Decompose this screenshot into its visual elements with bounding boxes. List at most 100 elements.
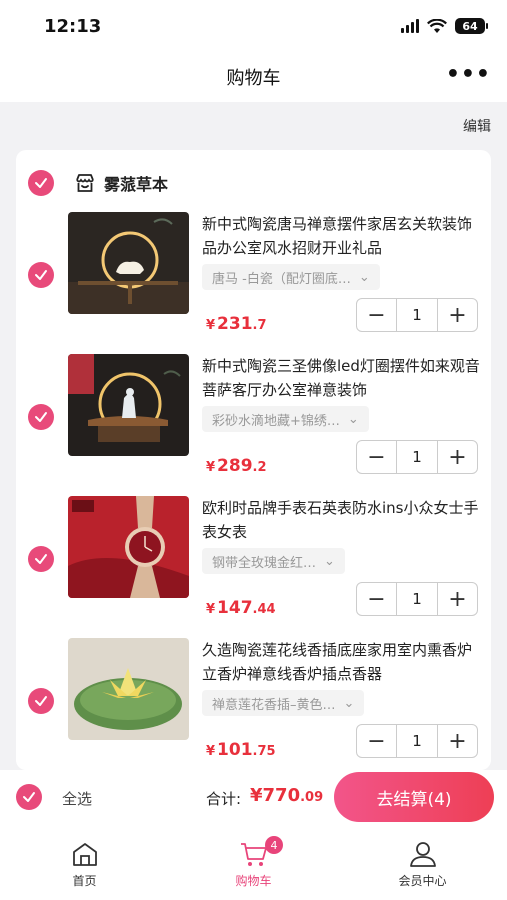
cart-item: 久造陶瓷莲花线香插底座家用室内熏香炉立香炉禅意线香炉插点香器 禅意莲花香插–黄色… — [16, 638, 491, 770]
increase-button[interactable]: + — [438, 441, 477, 473]
total-dec: .09 — [300, 790, 324, 805]
status-icons: 64 — [401, 18, 488, 34]
chevron-down-icon: ⌄ — [347, 411, 359, 427]
quantity-stepper: − 1 + — [356, 724, 478, 758]
checkout-button[interactable]: 去结算(4) — [334, 772, 494, 822]
item-spec: 禅意莲花香插–黄色… — [212, 697, 336, 713]
decrease-button[interactable]: − — [357, 725, 396, 757]
quantity-stepper: − 1 + — [356, 582, 478, 616]
checkout-bar: 全选 合计: ¥770.09 去结算(4) — [0, 770, 507, 826]
check-icon — [35, 696, 47, 706]
item-spec-selector[interactable]: 禅意莲花香插–黄色… ⌄ — [202, 690, 365, 716]
quantity-stepper: − 1 + — [356, 440, 478, 474]
item-spec: 唐马 -白瓷（配灯圈底… — [212, 271, 351, 287]
cart-item: 欧利时品牌手表石英表防水ins小众女士手表女表 钢带全玫瑰金红… ⌄ ¥147.… — [16, 496, 491, 638]
edit-button[interactable]: 编辑 — [463, 116, 491, 136]
tab-home[interactable]: 首页 — [0, 826, 169, 900]
cart-badge: 4 — [265, 836, 283, 854]
item-price: ¥231.7 — [206, 314, 267, 334]
item-title[interactable]: 欧利时品牌手表石英表防水ins小众女士手表女表 — [202, 496, 482, 544]
tab-label: 购物车 — [235, 874, 272, 888]
check-icon — [35, 554, 47, 564]
tab-member[interactable]: 会员中心 — [338, 826, 507, 900]
product-image[interactable] — [68, 212, 189, 314]
signal-icon — [401, 19, 419, 33]
chevron-down-icon: ⌄ — [324, 553, 335, 569]
price-dec: .2 — [252, 460, 267, 475]
check-icon — [35, 178, 47, 188]
decrease-button[interactable]: − — [357, 583, 396, 615]
item-spec-selector[interactable]: 钢带全玫瑰金红… ⌄ — [202, 548, 345, 574]
tab-label: 首页 — [72, 874, 97, 888]
decrease-button[interactable]: − — [357, 299, 396, 331]
item-checkbox[interactable] — [28, 262, 54, 288]
increase-button[interactable]: + — [438, 299, 477, 331]
item-spec: 彩砂水滴地藏+锦绣… — [212, 413, 340, 429]
price-int: 289 — [217, 456, 253, 476]
price-dec: .44 — [252, 602, 276, 617]
item-spec-selector[interactable]: 彩砂水滴地藏+锦绣… ⌄ — [202, 406, 369, 432]
quantity-value[interactable]: 1 — [396, 299, 438, 331]
increase-button[interactable]: + — [438, 583, 477, 615]
item-title[interactable]: 新中式陶瓷三圣佛像led灯圈摆件如来观音菩萨客厅办公室禅意装饰 — [202, 354, 482, 402]
price-int: 231 — [217, 314, 253, 334]
page-title: 购物车 — [226, 68, 281, 89]
select-all-checkbox[interactable] — [16, 784, 42, 810]
product-image[interactable] — [68, 496, 189, 598]
status-bar: 12:13 64 — [0, 0, 507, 52]
item-price: ¥147.44 — [206, 598, 276, 618]
quantity-value[interactable]: 1 — [396, 725, 438, 757]
increase-button[interactable]: + — [438, 725, 477, 757]
item-checkbox[interactable] — [28, 688, 54, 714]
tab-bar: 首页 4 购物车 会员中心 — [0, 826, 507, 900]
cart-item: 新中式陶瓷三圣佛像led灯圈摆件如来观音菩萨客厅办公室禅意装饰 彩砂水滴地藏+锦… — [16, 354, 491, 496]
tab-label: 会员中心 — [398, 874, 447, 888]
total-label: 合计: — [206, 790, 242, 808]
currency-symbol: ¥ — [206, 460, 216, 475]
item-spec-selector[interactable]: 唐马 -白瓷（配灯圈底… ⌄ — [202, 264, 380, 290]
nav-bar: 购物车 ••• — [0, 52, 507, 102]
product-image[interactable] — [68, 354, 189, 456]
price-dec: .75 — [252, 744, 276, 759]
cart-item: 新中式陶瓷唐马禅意摆件家居玄关软装饰品办公室风水招财开业礼品 唐马 -白瓷（配灯… — [16, 212, 491, 354]
shop-name[interactable]: 雾蒎草本 — [104, 171, 168, 195]
currency-symbol: ¥ — [250, 785, 263, 806]
total-price: ¥770.09 — [250, 785, 323, 806]
check-icon — [35, 412, 47, 422]
price-dec: .7 — [252, 318, 267, 333]
chevron-down-icon: ⌄ — [343, 695, 355, 711]
shop-icon — [76, 174, 94, 192]
home-icon — [72, 843, 97, 866]
member-icon — [409, 842, 436, 867]
currency-symbol: ¥ — [206, 744, 216, 759]
select-all-label[interactable]: 全选 — [62, 788, 92, 809]
tab-cart[interactable]: 4 购物车 — [169, 826, 338, 900]
wifi-icon — [427, 18, 447, 33]
battery-icon: 64 — [455, 18, 488, 34]
product-image[interactable] — [68, 638, 189, 740]
item-title[interactable]: 久造陶瓷莲花线香插底座家用室内熏香炉立香炉禅意线香炉插点香器 — [202, 638, 482, 686]
status-time: 12:13 — [44, 16, 102, 37]
item-price: ¥101.75 — [206, 740, 276, 760]
check-icon — [35, 270, 47, 280]
total-int: 770 — [262, 785, 301, 806]
cart-icon — [240, 843, 267, 866]
quantity-value[interactable]: 1 — [396, 441, 438, 473]
item-checkbox[interactable] — [28, 546, 54, 572]
chevron-down-icon: ⌄ — [358, 269, 370, 285]
item-title[interactable]: 新中式陶瓷唐马禅意摆件家居玄关软装饰品办公室风水招财开业礼品 — [202, 212, 482, 260]
price-int: 101 — [217, 740, 253, 760]
quantity-stepper: − 1 + — [356, 298, 478, 332]
currency-symbol: ¥ — [206, 602, 216, 617]
cart-card: 雾蒎草本 新中式陶瓷唐马禅意摆件家居玄关软装饰品办公室风水招财开业礼品 唐马 -… — [16, 150, 491, 770]
item-spec: 钢带全玫瑰金红… — [212, 555, 317, 571]
item-price: ¥289.2 — [206, 456, 267, 476]
quantity-value[interactable]: 1 — [396, 583, 438, 615]
decrease-button[interactable]: − — [357, 441, 396, 473]
more-menu-button[interactable]: ••• — [446, 62, 491, 87]
item-checkbox[interactable] — [28, 404, 54, 430]
price-int: 147 — [217, 598, 253, 618]
shop-row: 雾蒎草本 — [28, 170, 168, 196]
shop-checkbox[interactable] — [28, 170, 54, 196]
currency-symbol: ¥ — [206, 318, 216, 333]
